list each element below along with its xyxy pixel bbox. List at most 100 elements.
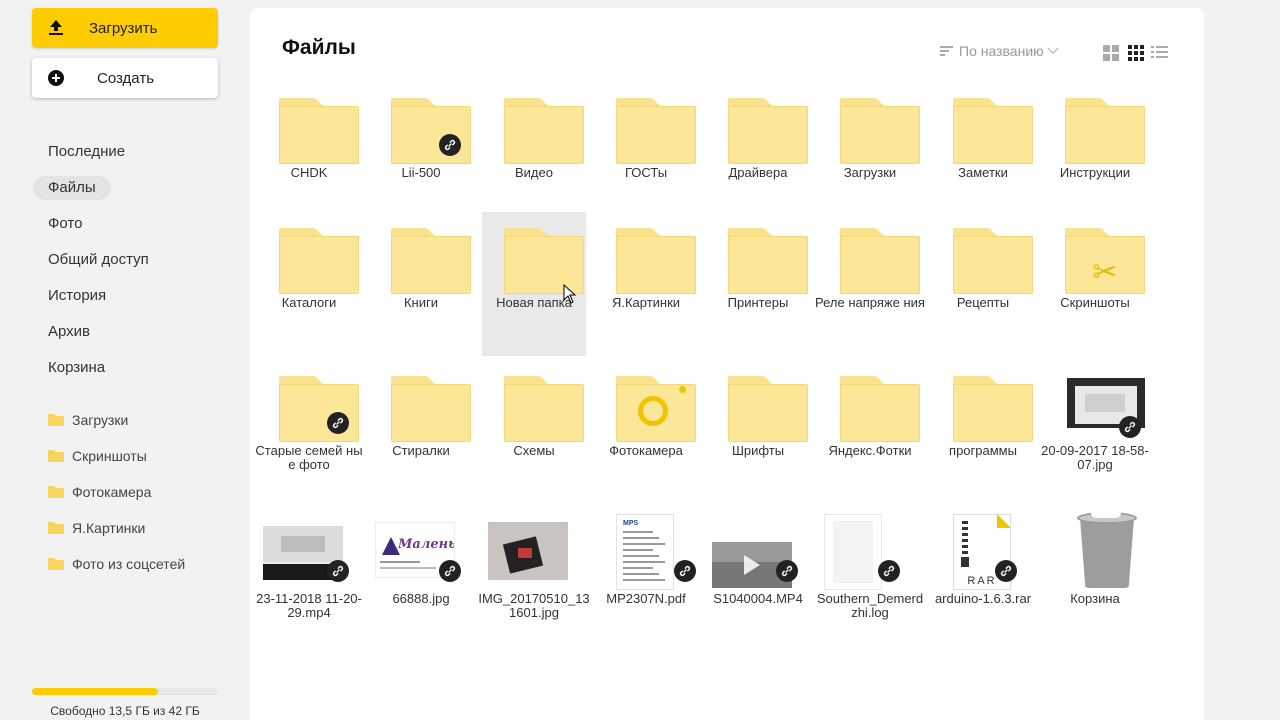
item-label: Инструкции xyxy=(1059,165,1131,180)
grid-item[interactable]: Принтеры xyxy=(706,212,810,356)
sidebar-folder-label: Загрузки xyxy=(72,412,129,428)
folder-icon xyxy=(279,376,359,442)
folder-icon xyxy=(504,98,584,164)
nav-shared[interactable]: Общий доступ xyxy=(32,242,232,278)
folder-icon xyxy=(391,376,471,442)
storage-indicator[interactable]: Свободно 13,5 ГБ из 42 ГБ xyxy=(32,688,218,718)
item-icon-area xyxy=(818,82,922,176)
item-icon-area xyxy=(1043,360,1147,454)
sidebar-folder-item[interactable]: Скриншоты xyxy=(48,438,238,474)
item-label: Заметки xyxy=(958,165,1008,180)
sidebar-folder-item[interactable]: Я.Картинки xyxy=(48,510,238,546)
grid-item[interactable]: IMG_20170510_131601.jpg xyxy=(478,508,590,652)
grid-item[interactable]: Инструкции xyxy=(1043,82,1147,226)
grid-item[interactable]: RAR arduino-1.6.3.rar xyxy=(931,508,1035,652)
grid-large-icon[interactable] xyxy=(1103,44,1120,61)
list-icon[interactable] xyxy=(1151,44,1168,61)
item-icon-area xyxy=(594,360,698,454)
item-icon-area xyxy=(706,82,810,176)
trash-icon xyxy=(1077,508,1137,588)
folder-icon xyxy=(616,228,696,294)
item-icon-area xyxy=(482,360,586,454)
folder-icon xyxy=(279,98,359,164)
grid-item[interactable]: Корзина xyxy=(1043,508,1147,652)
grid-item[interactable]: Заметки xyxy=(931,82,1035,226)
nav-history[interactable]: История xyxy=(32,278,232,314)
nav-recent-label: Последние xyxy=(48,143,126,160)
item-icon-area: MPS xyxy=(594,508,698,602)
thumb-pdf-logo: MPS xyxy=(623,520,639,527)
grid-item[interactable]: Загрузки xyxy=(818,82,922,226)
sort-dropdown[interactable]: По названию xyxy=(940,42,1059,59)
sidebar-nav: Последние Файлы Фото Общий доступ Истори… xyxy=(32,134,232,386)
sidebar-folder-item[interactable]: Фотокамера xyxy=(48,474,238,510)
item-icon-area xyxy=(706,360,810,454)
grid-item[interactable]: Lii-500 xyxy=(369,82,473,226)
grid-item[interactable]: программы xyxy=(931,360,1035,504)
item-label: Драйвера xyxy=(728,165,788,180)
camera-dot xyxy=(679,386,686,393)
grid-item[interactable]: Рецепты xyxy=(931,212,1035,356)
grid-item[interactable]: MPS MP2307N.pdf xyxy=(594,508,698,652)
grid-item[interactable]: Шрифты xyxy=(706,360,810,504)
page-title: Файлы xyxy=(282,36,356,59)
grid-item[interactable]: Фотокамера xyxy=(594,360,698,504)
nav-files[interactable]: Файлы xyxy=(32,170,111,206)
folder-icon xyxy=(728,228,808,294)
grid-item[interactable]: Стиралки xyxy=(369,360,473,504)
thumb-brand-text: Маленьк xyxy=(398,537,454,552)
grid-item[interactable]: Каталоги xyxy=(257,212,361,356)
grid-small-icon[interactable] xyxy=(1127,44,1144,61)
link-icon xyxy=(1119,416,1141,438)
grid-item[interactable]: 23-11-2018 11-20-29.mp4 xyxy=(256,508,362,652)
item-label: Стиралки xyxy=(392,443,450,458)
grid-item[interactable]: Southern_Demerdzhi.log xyxy=(817,508,923,652)
folder-icon xyxy=(953,376,1033,442)
folder-icon xyxy=(840,376,920,442)
item-icon-area xyxy=(369,212,473,306)
item-icon-area xyxy=(706,508,810,602)
upload-button-label: Загрузить xyxy=(89,19,158,37)
grid-item[interactable]: Старые семей ные фото xyxy=(255,360,363,504)
link-icon xyxy=(995,560,1017,582)
item-icon-area xyxy=(482,508,586,602)
grid-item[interactable]: 20-09-2017 18-58-07.jpg xyxy=(1041,360,1149,504)
create-button[interactable]: Создать xyxy=(32,58,218,98)
grid-item[interactable]: CHDK xyxy=(257,82,361,226)
grid-item[interactable]: S1040004.MP4 xyxy=(706,508,810,652)
item-label: 20-09-2017 18-58-07.jpg xyxy=(1041,443,1149,472)
item-label: Книги xyxy=(403,295,439,310)
grid-item[interactable]: Я.Картинки xyxy=(594,212,698,356)
grid-item[interactable]: Книги xyxy=(369,212,473,356)
item-icon-area: RAR xyxy=(931,508,1035,602)
item-icon-area xyxy=(818,508,922,602)
item-label: 23-11-2018 11-20-29.mp4 xyxy=(256,591,362,620)
grid-item[interactable]: Яндекс.Фотки xyxy=(818,360,922,504)
grid-item[interactable]: ✂ Скриншоты xyxy=(1043,212,1147,356)
item-label: Шрифты xyxy=(731,443,785,458)
item-label: arduino-1.6.3.rar xyxy=(934,591,1032,606)
nav-photo-label: Фото xyxy=(48,215,83,232)
sidebar-folder-label: Скриншоты xyxy=(72,448,147,464)
view-switcher xyxy=(1103,44,1175,61)
sidebar-folder-item[interactable]: Фото из соцсетей xyxy=(48,546,238,582)
folder-icon xyxy=(728,376,808,442)
item-icon-area: ✂ xyxy=(1043,212,1147,306)
nav-trash[interactable]: Корзина xyxy=(32,350,232,386)
sidebar-folder-item[interactable]: Загрузки xyxy=(48,402,238,438)
folder-icon xyxy=(48,522,64,534)
item-label: Реле напряже ния xyxy=(815,295,925,310)
nav-photo[interactable]: Фото xyxy=(32,206,232,242)
link-icon xyxy=(327,560,349,582)
upload-button[interactable]: Загрузить xyxy=(32,8,218,48)
nav-archive[interactable]: Архив xyxy=(32,314,232,350)
grid-item[interactable]: Видео xyxy=(482,82,586,226)
grid-item[interactable]: ГОСТы xyxy=(594,82,698,226)
grid-item[interactable]: Реле напряже ния xyxy=(815,212,925,356)
grid-item[interactable]: Маленьк 66888.jpg xyxy=(369,508,473,652)
nav-files-label: Файлы xyxy=(33,176,111,200)
grid-item[interactable]: Схемы xyxy=(482,360,586,504)
item-label: ГОСТы xyxy=(624,165,668,180)
grid-item[interactable]: Драйвера xyxy=(706,82,810,226)
nav-recent[interactable]: Последние xyxy=(32,134,232,170)
